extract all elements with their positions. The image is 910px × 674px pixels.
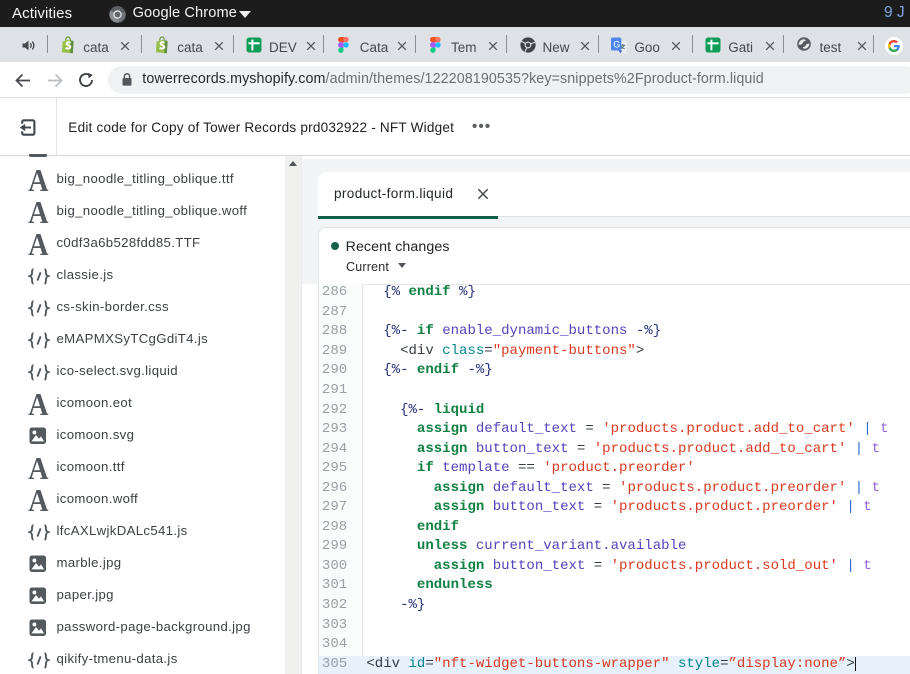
svg-text:G: G — [614, 39, 621, 49]
